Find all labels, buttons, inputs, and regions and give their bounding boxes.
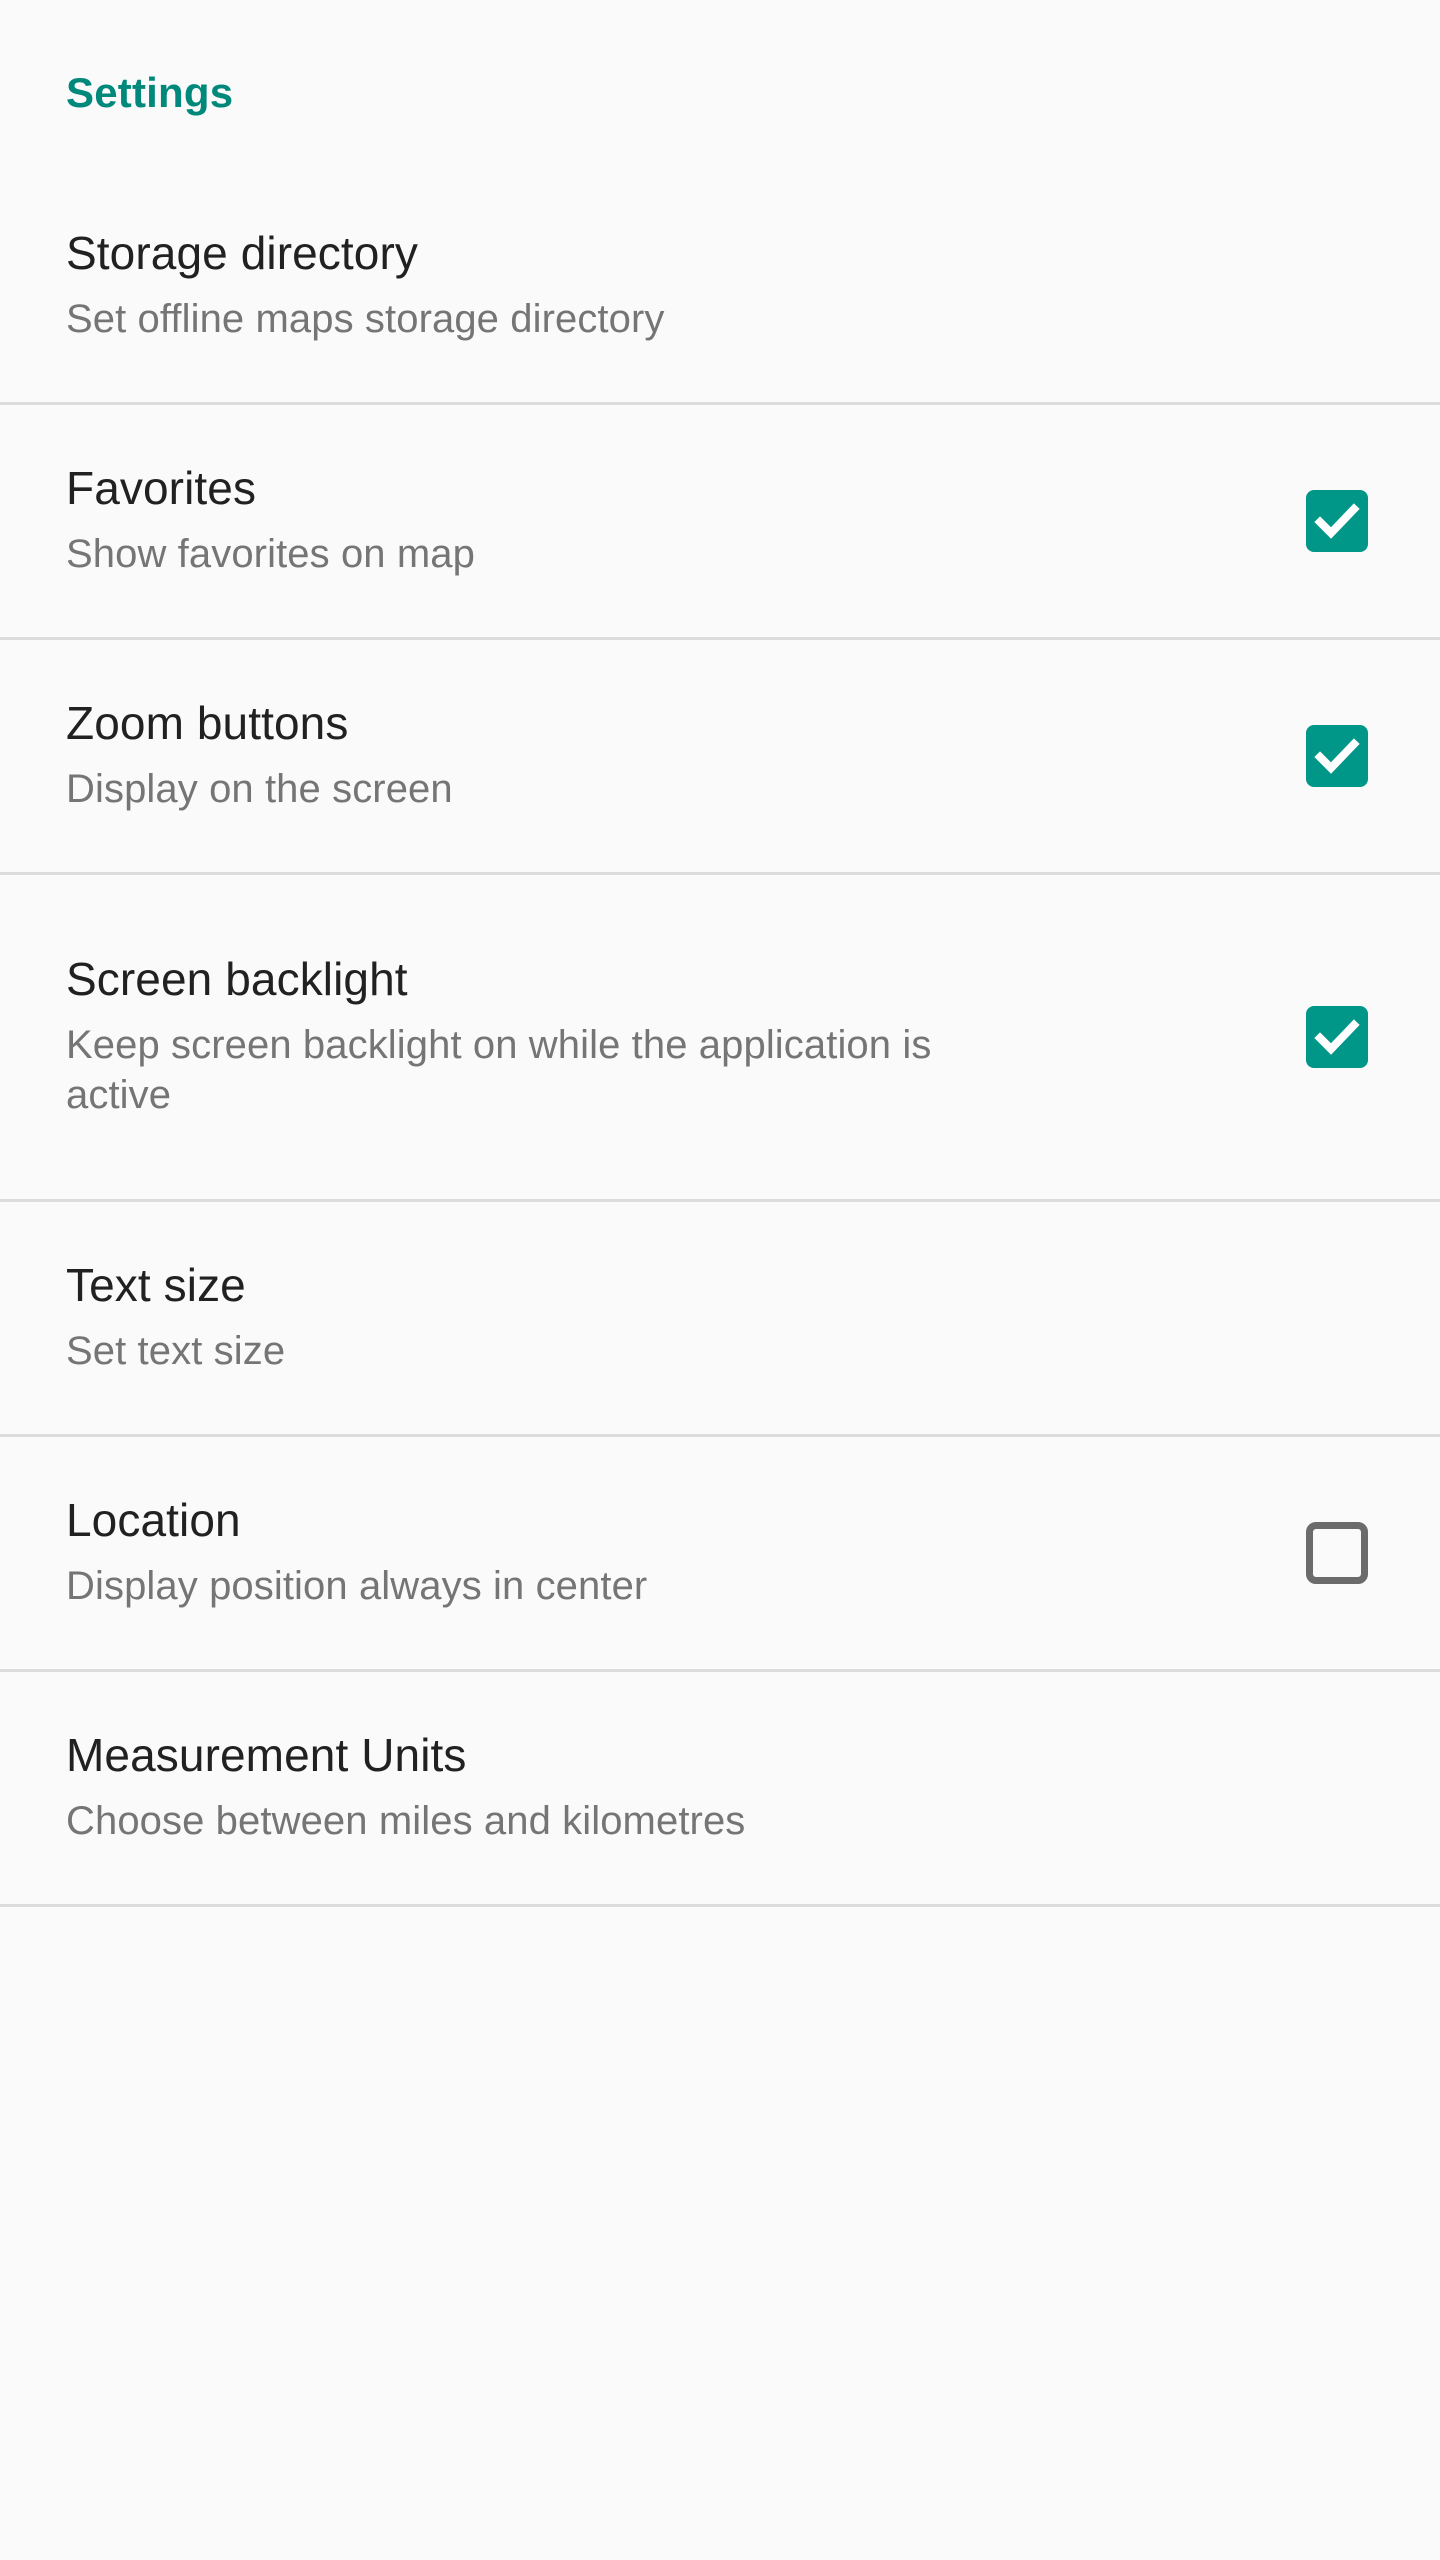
preference-widget[interactable] [1300, 1006, 1374, 1068]
preference-title: Measurement Units [66, 1729, 467, 1782]
preference-summary: Show favorites on map [66, 531, 475, 576]
preference-row[interactable]: Measurement Units Choose between miles an… [0, 1672, 1440, 1904]
preference-title: Storage directory [66, 227, 418, 280]
checkbox-unchecked-icon[interactable] [1306, 1522, 1368, 1584]
preference-title: Screen backlight [66, 953, 408, 1006]
preference-summary: Set text size [66, 1328, 286, 1373]
preference-widget[interactable] [1300, 1522, 1374, 1584]
preference-widget[interactable] [1300, 490, 1374, 552]
preference-row[interactable]: Screen backlight Keep screen backlight on… [0, 875, 1440, 1199]
preference-text: Zoom buttons Display on the screen [66, 698, 1300, 814]
checkbox-checked-icon[interactable] [1306, 490, 1368, 552]
preference-text: Location Display position always in cente… [66, 1495, 1300, 1611]
preference-row[interactable]: Location Display position always in cente… [0, 1437, 1440, 1669]
page-title: Settings [66, 69, 234, 116]
preference-row[interactable]: Storage directory Set offline maps storag… [0, 170, 1440, 402]
preference-row[interactable]: Favorites Show favorites on map [0, 405, 1440, 637]
preference-summary: Set offline maps storage directory [66, 296, 665, 341]
preference-row[interactable]: Text size Set text size [0, 1202, 1440, 1434]
checkbox-checked-icon[interactable] [1306, 725, 1368, 787]
preference-summary: Display on the screen [66, 766, 453, 811]
checkbox-checked-icon[interactable] [1306, 1006, 1368, 1068]
preference-summary: Choose between miles and kilometres [66, 1798, 746, 1843]
preference-title: Text size [66, 1259, 246, 1312]
preference-text: Measurement Units Choose between miles an… [66, 1730, 1300, 1846]
preference-text: Storage directory Set offline maps storag… [66, 228, 1300, 344]
preference-text: Screen backlight Keep screen backlight on… [66, 954, 1300, 1120]
preference-summary: Display position always in center [66, 1563, 648, 1608]
preference-widget[interactable] [1300, 725, 1374, 787]
settings-header: Settings [0, 0, 1440, 170]
settings-screen: Settings Storage directory Set offline ma… [0, 0, 1440, 2560]
list-bottom-spacer [0, 1907, 1440, 2207]
preference-text: Text size Set text size [66, 1260, 1300, 1376]
preference-title: Zoom buttons [66, 697, 349, 750]
preference-title: Location [66, 1494, 241, 1547]
preference-list: Storage directory Set offline maps storag… [0, 170, 1440, 2207]
preference-title: Favorites [66, 462, 257, 515]
preference-text: Favorites Show favorites on map [66, 463, 1300, 579]
preference-summary: Keep screen backlight on while the appli… [66, 1022, 932, 1117]
preference-row[interactable]: Zoom buttons Display on the screen [0, 640, 1440, 872]
